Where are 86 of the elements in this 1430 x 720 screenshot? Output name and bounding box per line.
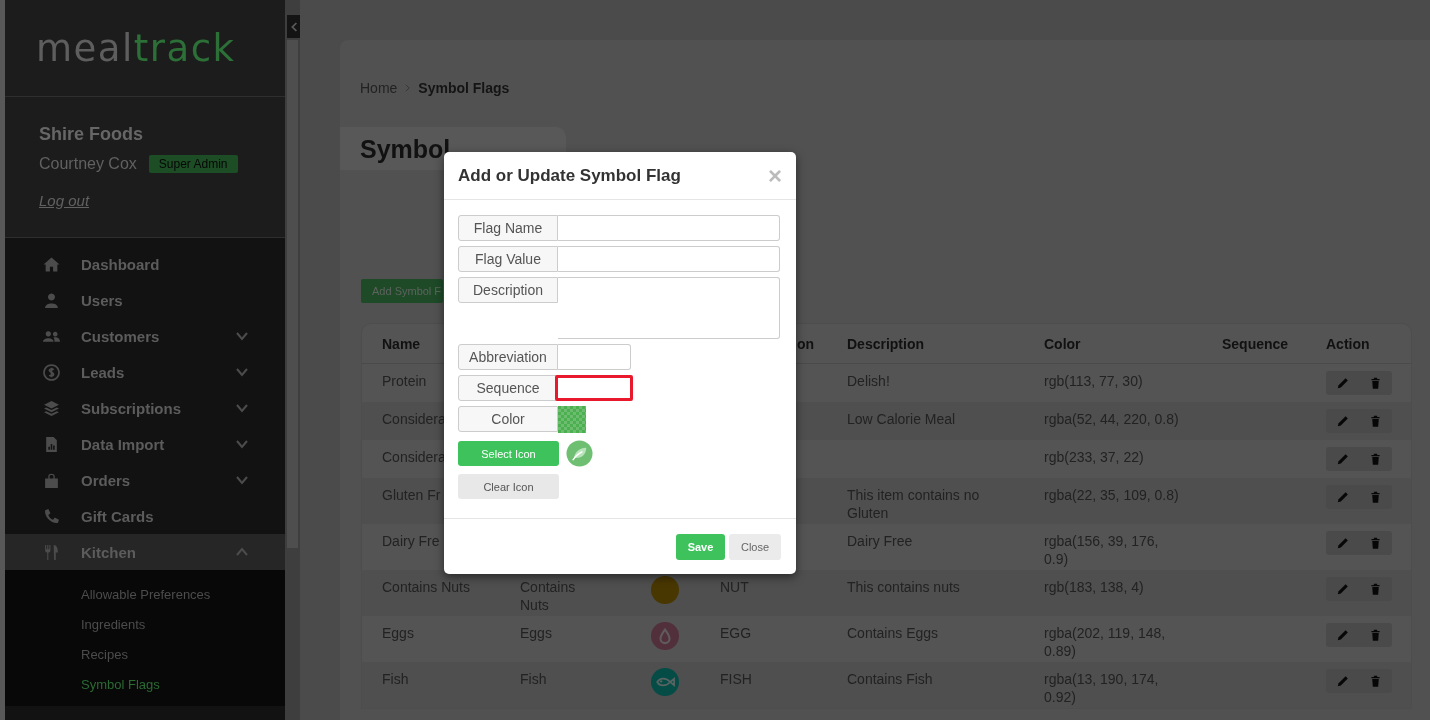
- column-header: Action: [1326, 335, 1371, 352]
- delete-button[interactable]: [1359, 623, 1392, 647]
- trash-icon: [1369, 452, 1382, 466]
- file-chart-icon: [43, 435, 60, 453]
- input-field[interactable]: [558, 215, 780, 241]
- pencil-icon: [1335, 376, 1350, 390]
- field-label: Flag Value: [458, 246, 558, 272]
- pencil-icon: [1335, 674, 1350, 688]
- nav-item[interactable]: Users: [5, 282, 285, 318]
- column-header: on: [795, 335, 815, 352]
- utensils-icon: [43, 543, 60, 561]
- collapse-sidebar-button[interactable]: [287, 15, 300, 38]
- pencil-icon: [1335, 452, 1350, 466]
- chevron-right-icon: [405, 84, 411, 92]
- nav-item[interactable]: Customers: [5, 318, 285, 354]
- clear-icon-button[interactable]: Clear Icon: [458, 474, 559, 499]
- edit-button[interactable]: [1326, 577, 1359, 601]
- edit-button[interactable]: [1326, 371, 1359, 395]
- logo: mealtrack: [36, 26, 236, 70]
- input-field[interactable]: [558, 277, 780, 339]
- edit-button[interactable]: [1326, 669, 1359, 693]
- submenu-item[interactable]: Recipes: [5, 640, 285, 670]
- nav-item[interactable]: Data Import: [5, 426, 285, 462]
- select-icon-button[interactable]: Select Icon: [458, 441, 559, 466]
- leaf-icon: [566, 440, 593, 467]
- column-header: Description: [847, 335, 925, 352]
- close-button[interactable]: Close: [729, 533, 781, 560]
- field-label: Sequence: [458, 375, 558, 401]
- submenu-item[interactable]: Ingredients: [5, 610, 285, 640]
- trash-icon: [1369, 536, 1382, 550]
- input-field[interactable]: [558, 246, 780, 272]
- edit-button[interactable]: [1326, 485, 1359, 509]
- edit-button[interactable]: [1326, 447, 1359, 471]
- pencil-icon: [1335, 582, 1350, 596]
- chevron-left-icon: [289, 20, 298, 33]
- input-field[interactable]: [558, 344, 631, 370]
- column-header: Sequence: [1222, 335, 1290, 352]
- pencil-icon: [1335, 414, 1350, 428]
- nav-item[interactable]: Subscriptions: [5, 390, 285, 426]
- nav-item[interactable]: Gift Cards: [5, 498, 285, 534]
- submenu-item[interactable]: Symbol Flags: [5, 670, 285, 700]
- company-name: Shire Foods: [39, 124, 144, 145]
- delete-button[interactable]: [1359, 447, 1392, 471]
- submenu-item[interactable]: Allowable Preferences: [5, 580, 285, 610]
- delete-button[interactable]: [1359, 669, 1392, 693]
- trash-icon: [1369, 674, 1382, 688]
- field-label: Description: [458, 277, 558, 303]
- nav-item[interactable]: Orders: [5, 462, 285, 498]
- delete-button[interactable]: [1359, 577, 1392, 601]
- trash-icon: [1369, 414, 1382, 428]
- delete-button[interactable]: [1359, 531, 1392, 555]
- trash-icon: [1369, 376, 1382, 390]
- add-symbol-flag-button[interactable]: Add Symbol F: [361, 279, 443, 303]
- pencil-icon: [1335, 490, 1350, 504]
- nav-item[interactable]: Leads: [5, 354, 285, 390]
- logout-link[interactable]: Log out: [39, 192, 90, 209]
- delete-button[interactable]: [1359, 409, 1392, 433]
- save-button[interactable]: Save: [676, 533, 725, 560]
- edit-button[interactable]: [1326, 531, 1359, 555]
- pencil-icon: [1335, 628, 1350, 642]
- close-button[interactable]: ×: [768, 165, 782, 186]
- pencil-icon: [1335, 536, 1350, 550]
- column-header: Name: [381, 335, 422, 352]
- home-icon: [43, 255, 60, 273]
- edit-button[interactable]: [1326, 623, 1359, 647]
- column-header: Color: [1044, 335, 1082, 352]
- role-badge: Super Admin: [148, 155, 238, 173]
- delete-button[interactable]: [1359, 485, 1392, 509]
- trash-icon: [1369, 628, 1382, 642]
- input-field[interactable]: [555, 375, 633, 401]
- nav-item[interactable]: Dashboard: [5, 246, 285, 282]
- trash-icon: [1369, 582, 1382, 596]
- field-label: Color: [458, 406, 558, 432]
- edit-button[interactable]: [1326, 409, 1359, 433]
- field-label: Abbreviation: [458, 344, 558, 370]
- trash-icon: [1369, 490, 1382, 504]
- color-swatch[interactable]: [558, 406, 586, 433]
- user-name: Courtney Cox: [39, 155, 137, 173]
- user-icon: [43, 291, 60, 309]
- field-label: Flag Name: [458, 215, 558, 241]
- layers-icon: [43, 399, 60, 417]
- bag-icon: [43, 471, 60, 489]
- delete-button[interactable]: [1359, 371, 1392, 395]
- breadcrumb-current: Symbol Flags: [418, 80, 510, 96]
- phone-icon: [43, 507, 60, 525]
- scrollbar[interactable]: [285, 0, 300, 720]
